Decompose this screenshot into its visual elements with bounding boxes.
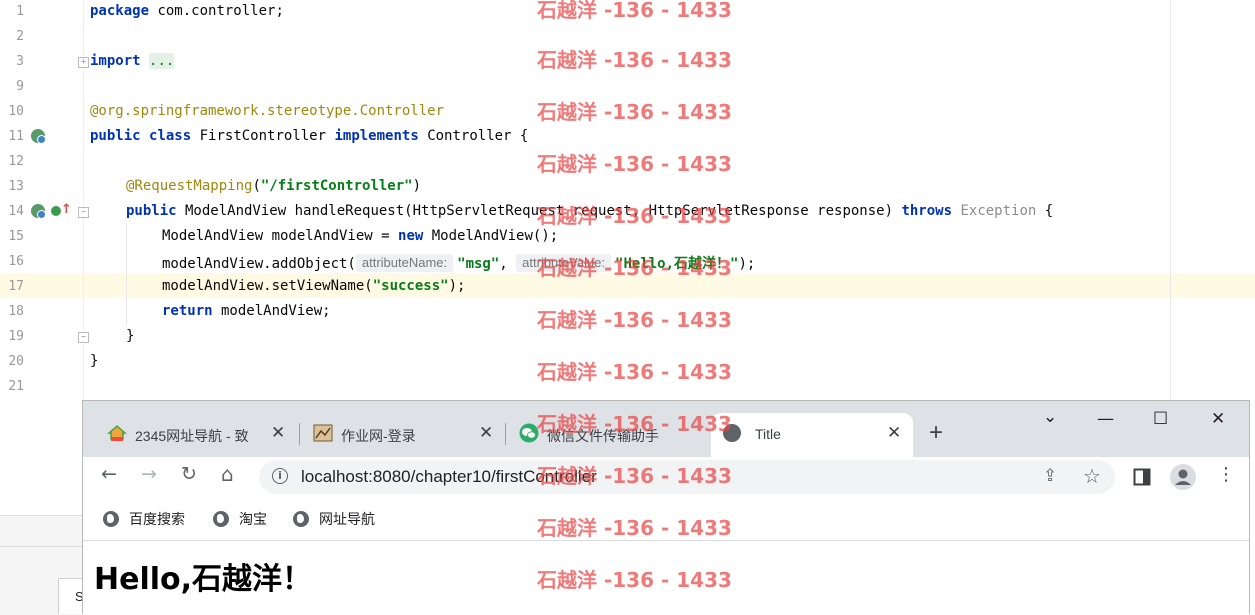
tab-title: 微信文件传输助手	[547, 428, 659, 444]
homework-site-icon	[313, 424, 333, 442]
spring-bean-icon[interactable]	[31, 129, 46, 144]
profile-avatar-icon[interactable]	[1170, 464, 1196, 490]
line-number: 16	[8, 254, 24, 269]
line-number: 15	[8, 229, 24, 244]
line-number: 10	[8, 104, 24, 119]
url-text[interactable]: localhost:8080/chapter10/firstController	[301, 467, 597, 487]
bookmark-item[interactable]: 网址导航	[293, 509, 375, 529]
fold-toggle-icon[interactable]: +	[78, 57, 89, 68]
browser-tab-active[interactable]: Title ✕	[711, 413, 913, 457]
maximize-button[interactable]: ☐	[1153, 409, 1168, 429]
fold-toggle-icon[interactable]: −	[78, 332, 89, 343]
back-button[interactable]: ←	[101, 463, 117, 485]
line-number: 20	[8, 354, 24, 369]
line-number: 11	[8, 129, 24, 144]
bookmark-item[interactable]: 百度搜索	[103, 509, 185, 529]
bookmarks-bar: 百度搜索 淘宝 网址导航	[83, 497, 1249, 541]
browser-tab[interactable]: 2345网址导航 - 致 ✕	[99, 413, 295, 457]
line-number: 14	[8, 204, 24, 219]
indent-guide	[126, 223, 127, 325]
tab-title: 作业网-登录	[341, 428, 416, 444]
browser-toolbar: ← → ↻ ⌂ i localhost:8080/chapter10/first…	[83, 457, 1249, 497]
request-mapping-icon[interactable]	[31, 204, 46, 219]
minimize-button[interactable]: —	[1097, 409, 1114, 429]
wechat-icon	[519, 423, 539, 443]
bookmark-star-icon[interactable]: ☆	[1083, 464, 1101, 488]
folded-imports[interactable]: ...	[149, 53, 175, 69]
address-bar[interactable]: i localhost:8080/chapter10/firstControll…	[259, 460, 1115, 494]
globe-icon	[103, 511, 119, 527]
bookmark-label: 淘宝	[239, 511, 267, 527]
2345-logo-icon	[107, 425, 127, 441]
code-line: import ...	[90, 53, 175, 69]
side-panel-icon[interactable]	[1133, 468, 1151, 486]
implements-method-icon[interactable]	[51, 206, 61, 216]
code-line: public ModelAndView handleRequest(HttpSe…	[126, 203, 1054, 219]
line-number: 19	[8, 329, 24, 344]
line-number: 3	[16, 54, 24, 69]
globe-icon	[213, 511, 229, 527]
right-margin-guide	[1170, 0, 1171, 400]
menu-kebab-icon[interactable]: ⋮	[1217, 464, 1235, 485]
globe-icon	[293, 511, 309, 527]
line-number: 17	[8, 279, 24, 294]
browser-tab[interactable]: 微信文件传输助手	[511, 413, 707, 457]
line-number: 21	[8, 379, 24, 394]
bookmark-item[interactable]: 淘宝	[213, 509, 267, 529]
line-number: 18	[8, 304, 24, 319]
parameter-hint: attributeValue:	[516, 254, 612, 272]
tab-title: 2345网址导航 - 致	[135, 428, 249, 444]
line-number: 9	[16, 79, 24, 94]
override-arrow-icon[interactable]: ↑	[61, 202, 72, 217]
tab-search-icon[interactable]: ⌄	[1043, 407, 1057, 427]
code-line: return modelAndView;	[162, 303, 331, 319]
code-line: }	[126, 328, 135, 344]
parameter-hint: attributeName:	[355, 254, 454, 272]
page-heading: Hello,石越洋！	[94, 562, 313, 597]
bookmark-label: 网址导航	[319, 511, 375, 527]
share-icon[interactable]: ⇪	[1043, 466, 1057, 486]
home-button[interactable]: ⌂	[221, 462, 234, 486]
tab-strip: 2345网址导航 - 致 ✕ 作业网-登录 ✕ 微信文件传输助手 Title ✕	[83, 401, 1249, 457]
bookmark-label: 百度搜索	[129, 511, 185, 527]
close-tab-icon[interactable]: ✕	[271, 423, 285, 443]
tab-separator	[299, 423, 300, 445]
reload-button[interactable]: ↻	[181, 463, 197, 485]
fold-toggle-icon[interactable]: −	[78, 207, 89, 218]
page-content: Hello,石越洋！	[83, 541, 1249, 615]
line-number: 12	[8, 154, 24, 169]
code-line: modelAndView.addObject(attributeName: "ms…	[162, 254, 756, 272]
line-number: 13	[8, 179, 24, 194]
line-number: 2	[16, 29, 24, 44]
panel-divider	[0, 546, 83, 547]
close-tab-icon[interactable]: ✕	[887, 423, 901, 443]
globe-icon	[723, 424, 741, 442]
code-line: modelAndView.setViewName("success");	[162, 278, 466, 294]
code-line: @org.springframework.stereotype.Controll…	[90, 103, 445, 119]
tab-separator	[505, 423, 506, 445]
close-window-button[interactable]: ✕	[1211, 409, 1225, 429]
code-line: ModelAndView modelAndView = new ModelAnd…	[162, 228, 559, 244]
tool-window-tab[interactable]: S	[58, 578, 84, 614]
code-line: }	[90, 353, 99, 369]
browser-tab[interactable]: 作业网-登录 ✕	[305, 413, 501, 457]
close-tab-icon[interactable]: ✕	[479, 423, 493, 443]
site-info-icon[interactable]: i	[272, 468, 288, 484]
code-line: package com.controller;	[90, 3, 284, 19]
code-line: @RequestMapping("/firstController")	[126, 178, 422, 194]
tab-title: Title	[755, 426, 781, 442]
browser-window: 2345网址导航 - 致 ✕ 作业网-登录 ✕ 微信文件传输助手 Title ✕	[82, 400, 1250, 615]
new-tab-button[interactable]: +	[929, 419, 943, 447]
code-line: public class FirstController implements …	[90, 128, 529, 144]
forward-button[interactable]: →	[141, 463, 157, 485]
line-number: 1	[16, 4, 24, 19]
